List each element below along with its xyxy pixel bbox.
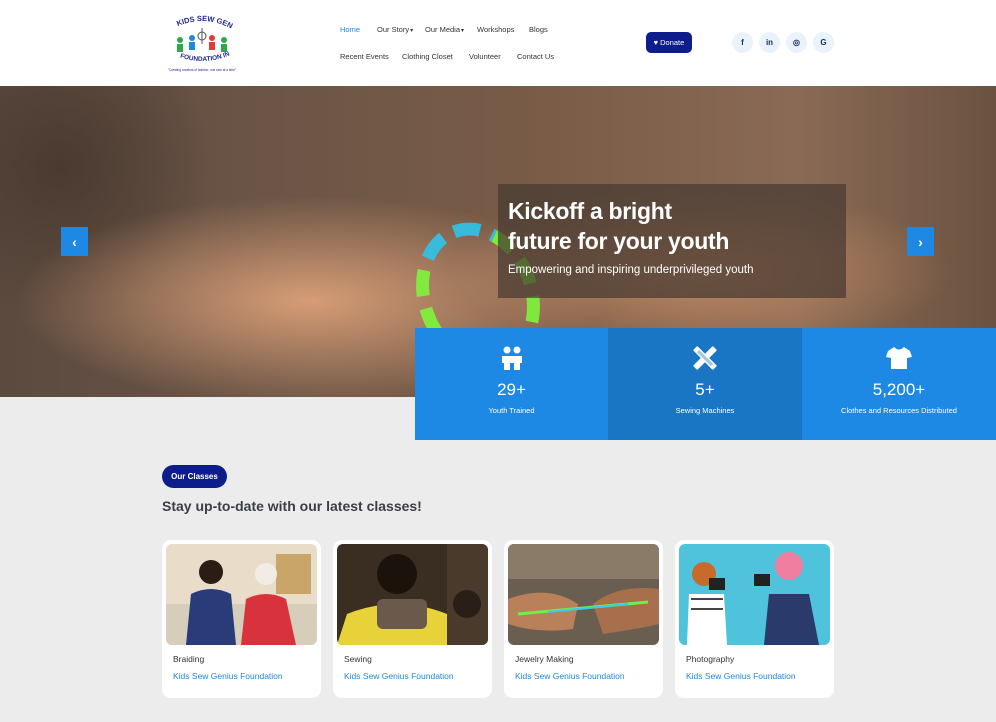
shirt-icon — [886, 347, 912, 369]
class-org-link[interactable]: Kids Sew Genius Foundation — [686, 671, 796, 681]
class-image — [166, 544, 317, 645]
nav-clothing-closet[interactable]: Clothing Closet — [402, 52, 453, 61]
donate-label: Donate — [660, 38, 685, 47]
hero-title-line2: future for your youth — [508, 228, 730, 254]
heart-icon: ♥ — [653, 38, 659, 47]
class-card-jewelry-making[interactable]: Jewelry Making Kids Sew Genius Foundatio… — [504, 540, 663, 698]
nav-our-media[interactable]: Our Media▾ — [425, 25, 464, 34]
hero-title: Kickoff a bright future for your youth — [508, 196, 729, 256]
class-card-braiding[interactable]: Braiding Kids Sew Genius Foundation — [162, 540, 321, 698]
stat-value: 5,200+ — [872, 380, 926, 399]
class-card-sewing[interactable]: Sewing Kids Sew Genius Foundation — [333, 540, 492, 698]
slider-next-button[interactable]: › — [907, 227, 934, 256]
nav-our-media-label: Our Media — [425, 25, 461, 34]
stats-bar: 29+ Youth Trained 5+ Sewing Machines 5,2… — [415, 328, 996, 440]
chevron-left-icon: ‹ — [72, 233, 77, 250]
stat-label: Clothes and Resources Distributed — [841, 406, 957, 415]
facebook-icon[interactable]: f — [732, 32, 753, 53]
class-image — [337, 544, 488, 645]
linkedin-icon[interactable]: in — [759, 32, 780, 53]
children-icon — [501, 346, 522, 370]
nav-our-story[interactable]: Our Story▾ — [377, 25, 413, 34]
nav-blogs[interactable]: Blogs — [529, 25, 548, 34]
donate-button[interactable]: ♥ Donate — [646, 32, 692, 53]
nav-contact-us[interactable]: Contact Us — [517, 52, 554, 61]
class-org-link[interactable]: Kids Sew Genius Foundation — [515, 671, 625, 681]
site-logo[interactable]: KIDS SEW GENIUS FOUNDATION INC. "Creatin… — [163, 3, 238, 74]
chevron-right-icon: › — [918, 233, 923, 250]
chevron-down-icon: ▾ — [461, 28, 465, 34]
nav-workshops[interactable]: Workshops — [477, 25, 514, 34]
social-links: f in ◎ G — [732, 32, 834, 53]
stat-label: Youth Trained — [488, 406, 535, 415]
tools-icon — [693, 346, 717, 370]
class-title: Sewing — [344, 654, 372, 664]
stat-value: 29+ — [497, 380, 526, 399]
chevron-down-icon: ▾ — [410, 28, 414, 34]
site-header: KIDS SEW GENIUS FOUNDATION INC. "Creatin… — [0, 0, 996, 86]
nav-volunteer[interactable]: Volunteer — [469, 52, 501, 61]
hero-caption: Kickoff a bright future for your youth E… — [498, 184, 846, 298]
svg-text:"Creating creators of fashion,: "Creating creators of fashion, one sew a… — [168, 68, 236, 72]
stat-label: Sewing Machines — [675, 406, 735, 415]
hero-subtitle: Empowering and inspiring underprivileged… — [508, 264, 754, 276]
class-org-link[interactable]: Kids Sew Genius Foundation — [344, 671, 454, 681]
class-title: Jewelry Making — [515, 654, 574, 664]
stat-value: 5+ — [695, 380, 715, 399]
slider-prev-button[interactable]: ‹ — [61, 227, 88, 256]
class-image — [508, 544, 659, 645]
class-card-photography[interactable]: Photography Kids Sew Genius Foundation — [675, 540, 834, 698]
class-title: Braiding — [173, 654, 205, 664]
class-title: Photography — [686, 654, 735, 664]
stat-sewing-machines: 5+ Sewing Machines — [608, 328, 802, 440]
google-icon[interactable]: G — [813, 32, 834, 53]
instagram-icon[interactable]: ◎ — [786, 32, 807, 53]
hero-title-line1: Kickoff a bright — [508, 198, 672, 224]
section-badge: Our Classes — [162, 465, 227, 488]
stat-youth-trained: 29+ Youth Trained — [415, 328, 608, 440]
class-org-link[interactable]: Kids Sew Genius Foundation — [173, 671, 283, 681]
nav-recent-events[interactable]: Recent Events — [340, 52, 389, 61]
class-image — [679, 544, 830, 645]
stat-clothes-distributed: 5,200+ Clothes and Resources Distributed — [802, 328, 996, 440]
svg-text:KIDS SEW GENIUS: KIDS SEW GENIUS — [166, 10, 234, 30]
nav-home[interactable]: Home — [340, 25, 360, 34]
nav-our-story-label: Our Story — [377, 25, 410, 34]
section-title: Stay up-to-date with our latest classes! — [162, 498, 422, 514]
